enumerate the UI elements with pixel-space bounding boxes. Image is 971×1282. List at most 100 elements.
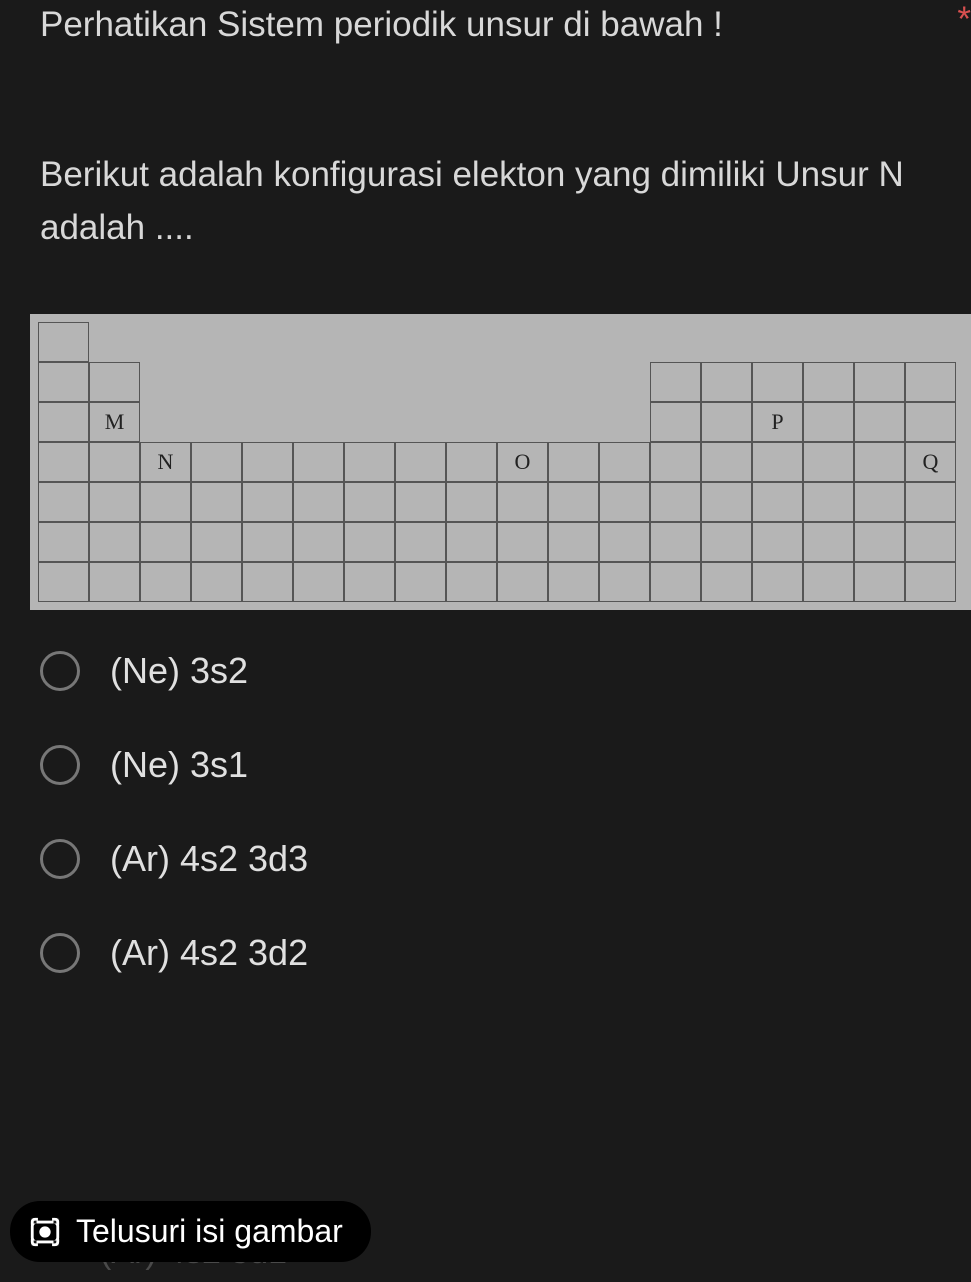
pt-cell bbox=[293, 442, 344, 482]
pt-cell bbox=[650, 482, 701, 522]
pt-cell-Q: Q bbox=[905, 442, 956, 482]
pt-cell bbox=[446, 442, 497, 482]
pt-cell bbox=[242, 522, 293, 562]
pt-cell-P: P bbox=[752, 402, 803, 442]
pt-empty bbox=[89, 322, 140, 362]
pt-empty bbox=[242, 362, 293, 402]
pt-empty bbox=[548, 402, 599, 442]
pt-cell bbox=[854, 402, 905, 442]
pt-empty bbox=[548, 322, 599, 362]
pt-empty bbox=[446, 322, 497, 362]
pt-empty bbox=[497, 402, 548, 442]
pt-cell bbox=[803, 562, 854, 602]
pt-cell bbox=[701, 362, 752, 402]
pt-cell bbox=[38, 442, 89, 482]
pt-cell bbox=[701, 482, 752, 522]
pt-empty bbox=[446, 362, 497, 402]
pt-cell bbox=[497, 522, 548, 562]
pt-cell bbox=[191, 482, 242, 522]
pt-empty bbox=[344, 402, 395, 442]
pt-empty bbox=[242, 402, 293, 442]
pt-cell bbox=[599, 562, 650, 602]
pt-cell bbox=[140, 562, 191, 602]
pt-empty bbox=[905, 322, 956, 362]
pt-cell bbox=[446, 562, 497, 602]
lens-search-button[interactable]: Telusuri isi gambar bbox=[10, 1201, 371, 1262]
pt-cell bbox=[752, 522, 803, 562]
pt-empty bbox=[752, 322, 803, 362]
pt-cell bbox=[803, 442, 854, 482]
option-4[interactable]: (Ar) 4s2 3d2 bbox=[40, 932, 931, 974]
option-2[interactable]: (Ne) 3s1 bbox=[40, 744, 931, 786]
pt-cell bbox=[599, 482, 650, 522]
pt-cell bbox=[803, 482, 854, 522]
pt-cell bbox=[140, 522, 191, 562]
pt-cell bbox=[293, 482, 344, 522]
option-label: (Ar) 4s2 3d2 bbox=[110, 932, 308, 974]
pt-empty bbox=[803, 322, 854, 362]
pt-empty bbox=[191, 362, 242, 402]
pt-empty bbox=[140, 362, 191, 402]
pt-cell bbox=[701, 522, 752, 562]
option-label: (Ne) 3s1 bbox=[110, 744, 248, 786]
pt-empty bbox=[395, 402, 446, 442]
pt-empty bbox=[854, 322, 905, 362]
pt-cell bbox=[89, 442, 140, 482]
required-asterisk: * bbox=[957, 0, 971, 40]
pt-cell bbox=[854, 522, 905, 562]
pt-empty bbox=[701, 322, 752, 362]
pt-cell bbox=[905, 522, 956, 562]
pt-empty bbox=[497, 362, 548, 402]
pt-empty bbox=[395, 322, 446, 362]
pt-cell bbox=[548, 442, 599, 482]
pt-empty bbox=[242, 322, 293, 362]
pt-cell bbox=[548, 482, 599, 522]
radio-icon[interactable] bbox=[40, 839, 80, 879]
pt-cell bbox=[497, 482, 548, 522]
pt-cell bbox=[752, 562, 803, 602]
option-3[interactable]: (Ar) 4s2 3d3 bbox=[40, 838, 931, 880]
pt-empty bbox=[548, 362, 599, 402]
pt-cell bbox=[395, 522, 446, 562]
question-block: Perhatikan Sistem periodik unsur di bawa… bbox=[0, 0, 971, 254]
pt-empty bbox=[446, 402, 497, 442]
pt-cell bbox=[701, 402, 752, 442]
pt-cell bbox=[803, 522, 854, 562]
pt-cell bbox=[854, 482, 905, 522]
pt-cell bbox=[395, 562, 446, 602]
option-1[interactable]: (Ne) 3s2 bbox=[40, 650, 931, 692]
pt-cell bbox=[446, 522, 497, 562]
pt-empty bbox=[395, 362, 446, 402]
pt-cell bbox=[905, 482, 956, 522]
pt-cell bbox=[38, 522, 89, 562]
pt-cell bbox=[803, 362, 854, 402]
pt-empty bbox=[599, 362, 650, 402]
pt-cell bbox=[650, 442, 701, 482]
pt-cell bbox=[650, 522, 701, 562]
option-label: (Ne) 3s2 bbox=[110, 650, 248, 692]
pt-cell bbox=[497, 562, 548, 602]
radio-icon[interactable] bbox=[40, 651, 80, 691]
pt-cell bbox=[293, 522, 344, 562]
pt-cell bbox=[89, 562, 140, 602]
radio-icon[interactable] bbox=[40, 745, 80, 785]
pt-cell bbox=[344, 482, 395, 522]
pt-empty bbox=[497, 322, 548, 362]
pt-cell bbox=[854, 562, 905, 602]
lens-search-label: Telusuri isi gambar bbox=[76, 1213, 343, 1250]
pt-empty bbox=[293, 322, 344, 362]
pt-cell bbox=[650, 362, 701, 402]
pt-cell bbox=[548, 562, 599, 602]
pt-cell bbox=[191, 522, 242, 562]
pt-empty bbox=[191, 402, 242, 442]
pt-cell bbox=[752, 362, 803, 402]
pt-cell bbox=[38, 402, 89, 442]
pt-cell bbox=[191, 442, 242, 482]
pt-empty bbox=[191, 322, 242, 362]
pt-cell bbox=[140, 482, 191, 522]
pt-cell bbox=[89, 362, 140, 402]
question-line2: Berikut adalah konfigurasi elekton yang … bbox=[40, 149, 931, 254]
radio-icon[interactable] bbox=[40, 933, 80, 973]
pt-cell bbox=[599, 442, 650, 482]
pt-cell bbox=[599, 522, 650, 562]
